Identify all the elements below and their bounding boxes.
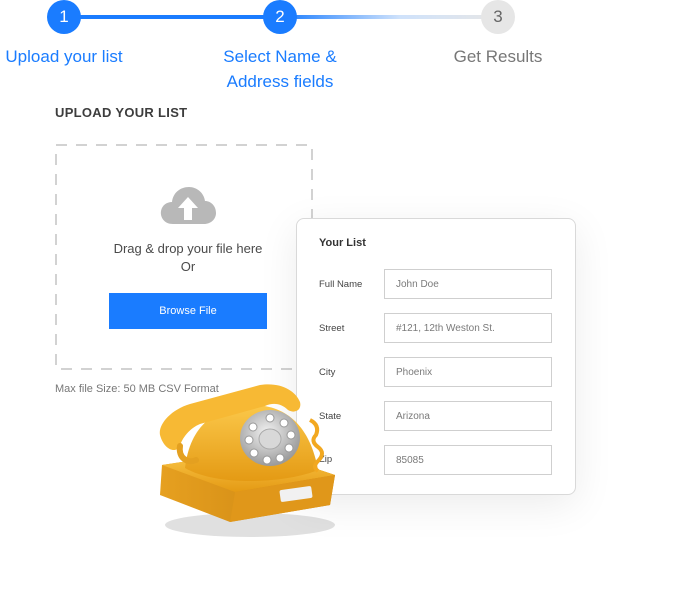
full-name-label: Full Name: [319, 279, 363, 290]
full-name-input[interactable]: John Doe: [384, 269, 552, 299]
step-3-circle[interactable]: 3: [481, 0, 515, 34]
cloud-upload-icon: [160, 187, 216, 224]
upload-section-title: UPLOAD YOUR LIST: [55, 105, 188, 120]
street-input[interactable]: #121, 12th Weston St.: [384, 313, 552, 343]
step-1-number: 1: [59, 7, 69, 26]
file-dropzone[interactable]: Drag & drop your file here Or Browse Fil…: [55, 144, 313, 370]
step-2-label-line-1: Select Name &: [223, 47, 337, 66]
city-input[interactable]: Phoenix: [384, 357, 552, 387]
dropzone-dashed-border: [55, 144, 313, 370]
city-label: City: [319, 367, 336, 378]
drag-drop-text: Drag & drop your file here: [113, 241, 263, 256]
step-2-number: 2: [275, 7, 285, 26]
zip-input[interactable]: 85085: [384, 445, 552, 475]
step-1-circle[interactable]: 1: [47, 0, 81, 34]
step-3-label: Get Results: [453, 47, 543, 66]
step-connector-2-3: [280, 15, 498, 19]
step-connector-1-2: [64, 15, 280, 19]
card-title: Your List: [319, 237, 366, 249]
step-2-circle[interactable]: 2: [263, 0, 297, 34]
state-input[interactable]: Arizona: [384, 401, 552, 431]
step-2-label: Select Name & Address fields: [205, 44, 355, 94]
street-label: Street: [319, 323, 345, 334]
step-2-label-line-2: Address fields: [226, 72, 334, 91]
or-text: Or: [180, 259, 196, 274]
rotary-telephone-icon: [159, 384, 335, 537]
step-1-label: Upload your list: [5, 47, 123, 66]
step-3-number: 3: [493, 7, 503, 26]
browse-file-button[interactable]: Browse File: [109, 293, 267, 329]
